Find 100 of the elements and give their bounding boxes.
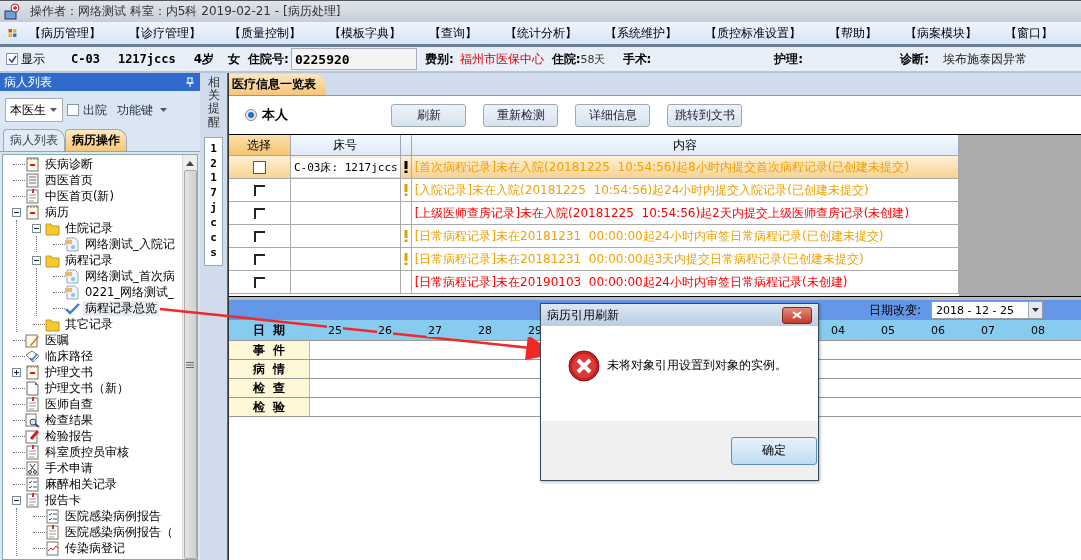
menu-item[interactable]: 【诊疗管理】 <box>129 24 201 42</box>
tree-item[interactable]: 医嘱 <box>43 332 71 348</box>
tree-item[interactable]: 手术申请 <box>43 460 95 476</box>
table-cell-text: [日常病程记录]未在20181231 00:00:00起24小时内审签日常病程记录(已创建未提交) <box>413 227 884 245</box>
menu-item[interactable]: 【质量控制】 <box>229 24 301 42</box>
nursing-label: 护理: <box>774 50 804 68</box>
collapse-toggle[interactable] <box>31 255 41 265</box>
tree-item[interactable]: 临床路径 <box>43 348 95 364</box>
row-checkbox[interactable] <box>253 230 265 242</box>
toolbar-button[interactable]: 刷新 <box>391 103 466 127</box>
tree-item[interactable]: 报告卡 <box>43 492 83 508</box>
tree-item[interactable]: 传染病登记 <box>63 540 127 556</box>
magnifier-icon <box>25 412 40 428</box>
doctor-dropdown[interactable]: 本医生 <box>5 98 63 122</box>
notepad-icon <box>25 364 40 380</box>
patient-tab[interactable]: 1217jccs <box>204 136 223 266</box>
up-arrow-icon[interactable] <box>186 161 194 166</box>
tree-item[interactable]: 麻醉相关记录 <box>43 476 119 492</box>
date-picker[interactable]: 2018 - 12 - 25 <box>931 301 1043 319</box>
column-header[interactable]: 内容 <box>411 135 959 155</box>
row-header: 事 件 <box>229 341 310 359</box>
panel-tab[interactable]: 病人列表 <box>3 129 65 151</box>
tree-item[interactable]: 住院记录 <box>63 220 115 236</box>
table-row[interactable]: C-03床: 1217jccs [首次病程记录]未在入院(20181225 10:54:56)起8小时内提交首次病程记录(已创建未提交) <box>229 156 959 179</box>
menu-item[interactable]: 【质控标准设置】 <box>705 24 801 42</box>
menu-item[interactable]: 【病历管理】 <box>29 24 101 42</box>
menu-item[interactable]: 【病案模块】 <box>905 24 977 42</box>
admission-number-field[interactable]: 0225920 <box>290 48 417 70</box>
tree-item[interactable]: 西医首页 <box>43 172 95 188</box>
tree-item[interactable]: 检验报告 <box>43 428 95 444</box>
tree-item[interactable]: 护理文书（新） <box>43 380 131 396</box>
ok-button[interactable]: 确定 <box>731 436 817 465</box>
row-checkbox[interactable] <box>253 253 265 265</box>
toolbar-button[interactable]: 详细信息 <box>575 103 650 127</box>
tree-item[interactable]: 医院感染病例报告 <box>63 508 163 524</box>
tree-item[interactable]: 护理文书 <box>43 364 95 380</box>
document-icon <box>65 284 80 300</box>
column-header[interactable]: 选择 <box>229 135 291 155</box>
row-checkbox[interactable] <box>253 276 265 288</box>
scissors-icon <box>25 460 40 476</box>
menu-item[interactable]: 【模板字典】 <box>329 24 401 42</box>
list-tab[interactable]: 医疗信息一览表 <box>229 74 326 95</box>
diagnosis-value: 埃布施泰因异常 <box>942 50 1027 68</box>
collapse-toggle[interactable] <box>11 495 21 505</box>
dialog-title: 病历引用刷新 <box>547 306 619 324</box>
function-key-menu[interactable]: 功能键 <box>117 101 167 119</box>
row-header: 检 验 <box>229 398 310 416</box>
tree-item[interactable]: 病程记录总览 <box>83 300 159 316</box>
path-icon <box>25 348 40 364</box>
panel-tab[interactable]: 病历操作 <box>65 129 127 151</box>
row-header: 日 期 <box>229 320 310 340</box>
row-checkbox[interactable] <box>252 160 266 174</box>
tree-item[interactable]: 0221_网络测试_ <box>83 284 176 300</box>
folder-icon <box>45 252 60 268</box>
menu-item[interactable]: 【查询】 <box>429 24 477 42</box>
tree-item[interactable]: 其它记录 <box>63 316 115 332</box>
table-cell-text: [日常病程记录]未在20181231 00:00:00起3天内提交日常病程记录(已创建未提交) <box>413 250 864 268</box>
menu-item[interactable]: 【统计分析】 <box>505 24 577 42</box>
document-icon <box>65 268 80 284</box>
self-label: 本人 <box>262 106 288 124</box>
tree-item[interactable]: 网络测试_入院记 <box>83 236 177 252</box>
menu-item[interactable]: 【窗口】 <box>1005 24 1053 42</box>
reminder-tab[interactable]: 相关提醒 <box>207 76 220 129</box>
diagnosis-label: 诊断: <box>900 50 929 68</box>
clipboard-icon <box>45 524 60 540</box>
expand-toggle[interactable] <box>11 367 21 377</box>
collapse-toggle[interactable] <box>31 223 41 233</box>
patient-name: 1217jccs <box>117 52 176 66</box>
close-icon <box>792 311 802 319</box>
grip-icon <box>186 361 194 368</box>
toolbar-button[interactable]: 跳转到文书 <box>667 103 742 127</box>
tree-item[interactable]: 疾病诊断 <box>43 156 95 172</box>
menu-item[interactable]: 【帮助】 <box>829 24 877 42</box>
menu-item[interactable]: 【系统维护】 <box>605 24 677 42</box>
row-checkbox[interactable] <box>253 184 265 196</box>
caret-icon <box>50 108 57 112</box>
tree-item[interactable]: 检查结果 <box>43 412 95 428</box>
clipboard-icon <box>25 396 40 412</box>
discharged-checkbox[interactable] <box>67 104 79 116</box>
self-radio[interactable] <box>245 109 257 121</box>
date-header: 08 <box>1030 323 1046 337</box>
collapse-toggle[interactable] <box>11 207 21 217</box>
surgery-label: 手术: <box>622 50 652 68</box>
tree-item[interactable]: 病程记录 <box>63 252 115 268</box>
row-checkbox[interactable] <box>253 207 265 219</box>
tree-item[interactable]: 科室质控员审核 <box>43 444 131 460</box>
close-button[interactable] <box>782 306 812 324</box>
error-message: 未将对象引用设置到对象的实例。 <box>607 357 787 374</box>
tree-item[interactable]: 网络测试_首次病 <box>83 268 177 284</box>
checklist-icon <box>45 508 60 524</box>
toolbar-button[interactable]: 重新检测 <box>483 103 558 127</box>
tree-item[interactable]: 医师自查 <box>43 396 95 412</box>
clipboard-icon <box>25 492 40 508</box>
show-checkbox[interactable] <box>6 53 18 65</box>
column-header[interactable]: 床号 <box>290 135 401 155</box>
tree-item[interactable]: 病历 <box>43 204 71 220</box>
table-cell-text: [首次病程记录]未在入院(20181225 10:54:56)起8小时内提交首次病程记录(已创建未提交) <box>413 158 910 176</box>
tree-item[interactable]: 中医首页(新) <box>43 188 116 204</box>
date-header: 07 <box>980 323 996 337</box>
tree-item[interactable]: 医院感染病例报告（ <box>63 524 175 540</box>
